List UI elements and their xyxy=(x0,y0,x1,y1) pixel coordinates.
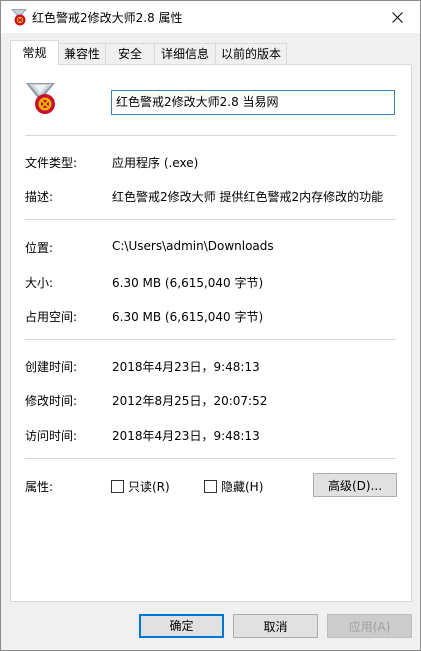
separator xyxy=(25,339,396,340)
location-label: 位置: xyxy=(25,241,54,255)
advanced-button[interactable]: 高级(D)... xyxy=(313,473,397,497)
cancel-button[interactable]: 取消 xyxy=(233,614,318,638)
modified-label: 修改时间: xyxy=(25,394,78,408)
apply-button[interactable]: 应用(A) xyxy=(327,614,412,638)
created-value: 2018年4月23日，9:48:13 xyxy=(112,360,260,374)
tab-previous-versions[interactable]: 以前的版本 xyxy=(215,43,287,64)
readonly-label: 只读(R) xyxy=(128,480,170,494)
hidden-checkbox[interactable]: 隐藏(H) xyxy=(204,479,263,494)
attributes-label: 属性: xyxy=(25,480,54,494)
close-icon xyxy=(391,11,403,23)
tab-general[interactable]: 常规 xyxy=(10,40,59,65)
tab-security[interactable]: 安全 xyxy=(105,43,155,64)
file-type-value: 应用程序 (.exe) xyxy=(112,156,199,170)
file-icon xyxy=(26,83,55,114)
separator xyxy=(25,135,396,136)
file-type-label: 文件类型: xyxy=(25,156,78,170)
properties-dialog: 红色警戒2修改大师2.8 属性 常规 兼容性 安全 详细信息 以前的版本 红色警… xyxy=(0,0,421,651)
ok-button[interactable]: 确定 xyxy=(139,614,224,638)
general-tab-panel: 红色警戒2修改大师2.8 当易网 文件类型: 应用程序 (.exe) 描述: 红… xyxy=(10,64,412,602)
modified-value: 2012年8月25日，20:07:52 xyxy=(112,394,268,408)
size-on-disk-label: 占用空间: xyxy=(25,310,78,324)
accessed-label: 访问时间: xyxy=(25,429,78,443)
tab-details[interactable]: 详细信息 xyxy=(154,43,216,64)
size-label: 大小: xyxy=(25,276,54,290)
tab-compatibility[interactable]: 兼容性 xyxy=(58,43,106,64)
description-value: 红色警戒2修改大师 提供红色警戒2内存修改的功能 xyxy=(112,190,384,204)
separator xyxy=(25,458,396,459)
app-icon xyxy=(11,9,27,26)
readonly-checkbox[interactable]: 只读(R) xyxy=(111,479,170,494)
checkbox-box[interactable] xyxy=(204,480,217,493)
description-label: 描述: xyxy=(25,190,54,204)
created-label: 创建时间: xyxy=(25,360,78,374)
title-bar[interactable]: 红色警戒2修改大师2.8 属性 xyxy=(1,1,420,33)
window-title: 红色警戒2修改大师2.8 属性 xyxy=(32,11,183,25)
size-on-disk-value: 6.30 MB (6,615,040 字节) xyxy=(112,310,264,324)
size-value: 6.30 MB (6,615,040 字节) xyxy=(112,276,264,290)
file-name-field[interactable]: 红色警戒2修改大师2.8 当易网 xyxy=(111,90,395,115)
close-button[interactable] xyxy=(374,1,420,33)
separator xyxy=(25,219,396,220)
checkbox-box[interactable] xyxy=(111,480,124,493)
location-value: C:\Users\admin\Downloads xyxy=(112,239,274,253)
hidden-label: 隐藏(H) xyxy=(221,480,264,494)
accessed-value: 2018年4月23日，9:48:13 xyxy=(112,429,260,443)
